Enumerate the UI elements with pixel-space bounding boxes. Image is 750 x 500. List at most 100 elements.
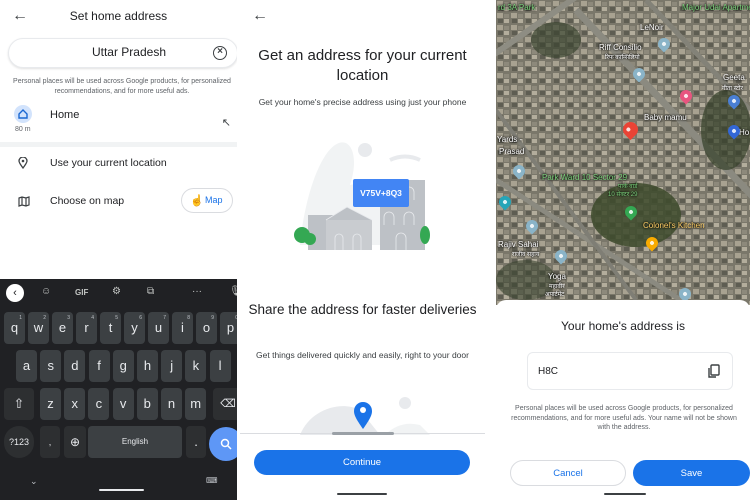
- search-key[interactable]: [209, 427, 237, 461]
- search-input[interactable]: [29, 45, 199, 59]
- globe-icon[interactable]: ⊕: [64, 426, 86, 458]
- choose-on-map-label: Choose on map: [50, 195, 125, 207]
- chevron-down-icon[interactable]: ⌄: [30, 476, 38, 487]
- key-hint: 7: [163, 315, 166, 321]
- clear-circle-icon[interactable]: ×: [213, 46, 227, 60]
- use-current-location-label: Use your current location: [50, 157, 167, 169]
- home-label: Home: [50, 109, 80, 121]
- key-hint: 6: [139, 315, 142, 321]
- copy-icon[interactable]: [706, 363, 722, 379]
- heading-share-address: Share the address for faster deliveries: [248, 302, 477, 317]
- key-z[interactable]: z: [40, 388, 61, 420]
- shift-key[interactable]: ⇧: [4, 388, 34, 420]
- key-y[interactable]: y6: [124, 312, 145, 344]
- heading-get-address: Get an address for your current location: [258, 47, 467, 84]
- key-hint: 3: [67, 315, 70, 321]
- key-s[interactable]: s: [40, 350, 62, 382]
- key-m[interactable]: m: [185, 388, 207, 420]
- comma-emoji-key[interactable]: ,: [40, 426, 60, 458]
- key-hint: 5: [115, 315, 118, 321]
- set-home-address-screen: ← Set home address × Personal places wil…: [0, 0, 237, 500]
- address-field[interactable]: [527, 352, 733, 390]
- address-input[interactable]: [538, 366, 698, 377]
- key-u[interactable]: u7: [148, 312, 169, 344]
- on-screen-keyboard: ‹ ☺ GIF ⚙ ⧉ ··· 🎙 q1w2e3r4t5y6u7i8o9p0 a…: [0, 279, 237, 500]
- map-label: Rajiv Sahai: [498, 240, 539, 249]
- search-field[interactable]: ×: [8, 38, 237, 68]
- map-label: राजीव सहाय: [512, 252, 540, 258]
- key-n[interactable]: n: [161, 388, 182, 420]
- arrow-up-left-icon[interactable]: ↖: [222, 116, 231, 129]
- sticker-icon[interactable]: ☺: [41, 286, 51, 297]
- map-button[interactable]: ☝ Map: [181, 188, 233, 213]
- key-hint: 0: [235, 315, 237, 321]
- chevron-left-icon[interactable]: ‹: [6, 284, 24, 302]
- header: ← Set home address: [0, 0, 237, 32]
- key-e[interactable]: e3: [52, 312, 73, 344]
- key-hint: 8: [187, 315, 190, 321]
- key-k[interactable]: k: [185, 350, 207, 382]
- location-pin-icon: [18, 156, 28, 174]
- keyboard-nav-bar: ⌄ ⌨: [0, 474, 237, 500]
- key-hint: 2: [43, 315, 46, 321]
- map-label: Major Udai Apartment Centre: [682, 3, 750, 12]
- confirm-address-screen: rd 3A Park Major Udai Apartment Centre L…: [496, 0, 750, 500]
- map-label: Prasad: [499, 147, 525, 156]
- plus-code-label: V75V+8Q3: [353, 179, 409, 207]
- key-f[interactable]: f: [88, 350, 110, 382]
- delivery-illustration: [290, 385, 440, 435]
- space-key[interactable]: English: [88, 426, 182, 458]
- map-icon: [18, 194, 30, 212]
- cancel-button[interactable]: Cancel: [510, 460, 626, 486]
- key-v[interactable]: v: [112, 388, 134, 420]
- use-current-location-option[interactable]: Use your current location: [0, 148, 237, 178]
- map-label: महावीर: [549, 284, 565, 290]
- address-intro-screen: ← Get an address for your current locati…: [240, 0, 485, 500]
- key-a[interactable]: a: [16, 350, 37, 382]
- key-t[interactable]: t5: [100, 312, 121, 344]
- key-hint: 4: [91, 315, 94, 321]
- gear-icon[interactable]: ⚙: [112, 286, 121, 297]
- key-b[interactable]: b: [136, 388, 158, 420]
- privacy-disclaimer: Personal places will be used across Goog…: [13, 78, 231, 95]
- map-label: अपार्टमेंट: [545, 292, 565, 298]
- page-title: Set home address: [69, 9, 168, 23]
- map-button-label: Map: [205, 195, 223, 205]
- key-c[interactable]: c: [88, 388, 110, 420]
- save-button[interactable]: Save: [633, 460, 750, 486]
- key-o[interactable]: o9: [196, 312, 217, 344]
- key-i[interactable]: i8: [172, 312, 193, 344]
- key-l[interactable]: l: [209, 350, 231, 382]
- symbols-key[interactable]: ?123: [4, 426, 34, 458]
- key-d[interactable]: d: [64, 350, 86, 382]
- home-indicator: [99, 489, 144, 491]
- microphone-icon[interactable]: 🎙: [229, 286, 237, 297]
- map-label: Ho: [739, 128, 750, 137]
- map-label: Baby mamu: [644, 113, 687, 122]
- key-r[interactable]: r4: [76, 312, 97, 344]
- key-x[interactable]: x: [64, 388, 86, 420]
- home-indicator: [604, 493, 646, 495]
- backspace-key[interactable]: ⌫: [213, 388, 237, 420]
- more-options-button[interactable]: ···: [192, 286, 202, 297]
- continue-button[interactable]: Continue: [254, 450, 470, 475]
- key-w[interactable]: w2: [28, 312, 49, 344]
- key-hint: 1: [19, 315, 22, 321]
- arrow-left-icon[interactable]: ←: [252, 8, 268, 24]
- home-suggestion[interactable]: 80 m Home ↖: [0, 100, 237, 142]
- gif-button[interactable]: GIF: [75, 288, 88, 297]
- key-g[interactable]: g: [112, 350, 134, 382]
- key-q[interactable]: q1: [4, 312, 25, 344]
- key-h[interactable]: h: [137, 350, 158, 382]
- keyboard-icon[interactable]: ⌨: [206, 476, 218, 485]
- key-p[interactable]: p0: [220, 312, 237, 344]
- map-label: Geeta: [723, 73, 745, 82]
- map-label: LeNoir: [640, 23, 664, 32]
- translate-icon[interactable]: ⧉: [147, 286, 154, 297]
- satellite-map[interactable]: rd 3A Park Major Udai Apartment Centre L…: [496, 0, 750, 305]
- key-hint: 9: [211, 315, 214, 321]
- period-key[interactable]: .: [186, 426, 206, 458]
- map-label: Riff Consilio: [599, 43, 642, 52]
- scroll-indicator: [332, 432, 394, 435]
- key-j[interactable]: j: [161, 350, 183, 382]
